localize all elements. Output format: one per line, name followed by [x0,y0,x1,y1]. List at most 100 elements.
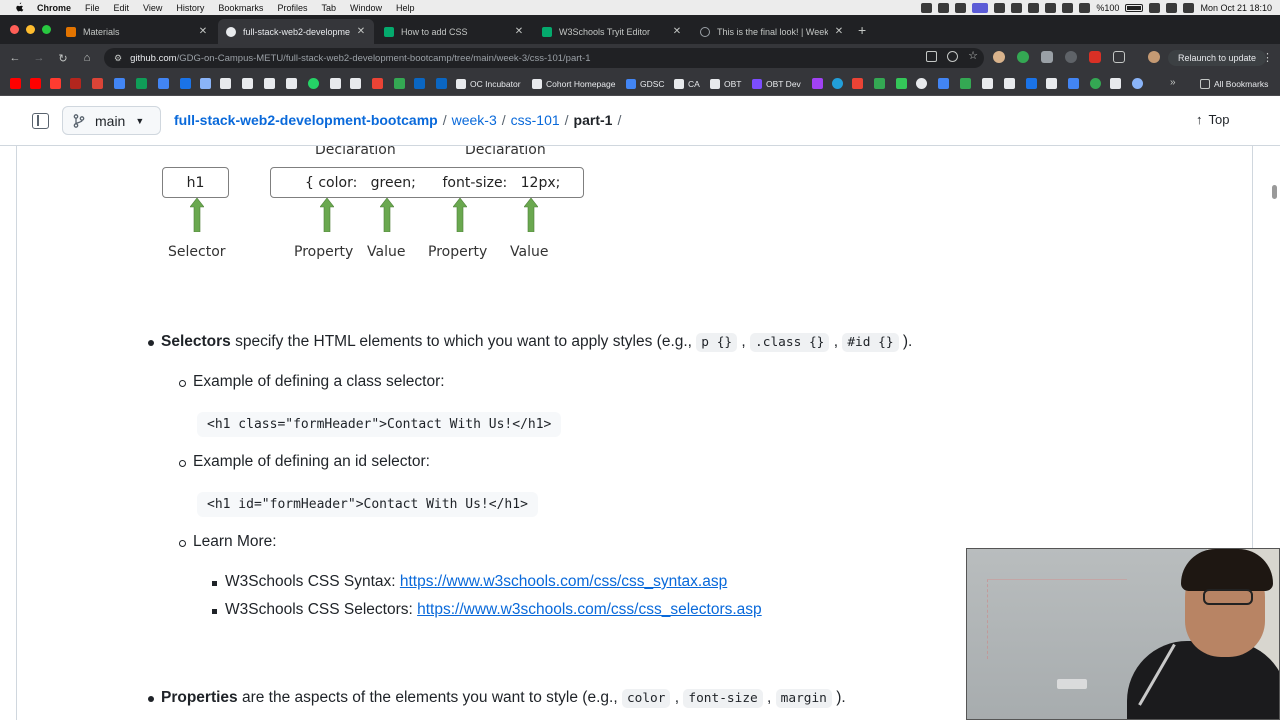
wifi-icon[interactable] [1149,2,1161,13]
bookmark-icon[interactable] [812,78,823,89]
bookmark-cohort-homepage[interactable]: Cohort Homepage [532,76,615,92]
minimize-window-button[interactable] [26,25,35,34]
gmail-bookmark-icon[interactable] [92,78,103,89]
bookmark-icon[interactable] [394,78,405,89]
relaunch-button[interactable]: Relaunch to update [1168,50,1267,66]
bookmark-obt-dev[interactable]: OBT Dev [752,76,801,92]
tray-icon[interactable] [955,2,967,13]
site-info-icon[interactable]: ⚙ [114,53,122,64]
more-bookmarks-chevron-icon[interactable]: » [1170,77,1176,88]
bookmark-icon[interactable] [220,78,231,89]
whatsapp-bookmark-icon[interactable] [308,78,319,89]
close-tab-icon[interactable]: ✕ [356,26,366,37]
clock[interactable]: Mon Oct 21 18:10 [1200,3,1272,13]
install-app-icon[interactable] [926,51,938,62]
bookmark-icon[interactable] [70,78,81,89]
menu-bookmarks[interactable]: Bookmarks [218,3,263,13]
bookmark-icon[interactable] [1026,78,1037,89]
youtube-bookmark-icon[interactable] [10,78,21,89]
forward-arrow-icon[interactable]: → [32,51,46,65]
extensions-puzzle-icon[interactable] [1113,51,1125,63]
extension-icon[interactable] [1065,51,1077,63]
tray-icon[interactable] [1028,2,1040,13]
bookmark-icon[interactable] [938,78,949,89]
menu-history[interactable]: History [176,3,204,13]
back-to-top-button[interactable]: ↑ Top [1196,112,1229,127]
tab-how-to-add-css[interactable]: How to add CSS ✕ [376,19,532,44]
close-tab-icon[interactable]: ✕ [834,26,844,37]
bookmark-icon[interactable] [350,78,361,89]
bookmark-icon[interactable] [852,78,863,89]
profile-avatar[interactable] [1148,51,1160,63]
camera-extension-icon[interactable] [1041,51,1053,63]
bookmark-icon[interactable] [158,78,169,89]
tray-icon[interactable] [921,2,933,13]
x-bookmark-icon[interactable] [982,78,993,89]
breadcrumb-folder-link[interactable]: css-101 [511,112,560,128]
bookmark-icon[interactable] [1004,78,1015,89]
breadcrumb-week-link[interactable]: week-3 [452,112,497,128]
sidebar-toggle-icon[interactable] [32,113,49,129]
menu-profiles[interactable]: Profiles [277,3,307,13]
tray-icon[interactable] [938,2,950,13]
more-menu-icon[interactable]: ⋮ [1262,51,1273,64]
close-window-button[interactable] [10,25,19,34]
id-example-code[interactable]: <h1 id="formHeader">Contact With Us!</h1… [197,492,538,517]
tab-materials[interactable]: Materials ✕ [58,19,216,44]
bookmark-oc-incubator[interactable]: OC Incubator [456,76,521,92]
bookmark-ca[interactable]: CA [674,76,700,92]
bookmark-icon[interactable] [50,78,61,89]
back-arrow-icon[interactable]: ← [8,51,22,65]
reload-icon[interactable]: ↻ [56,51,70,65]
tab-final-look[interactable]: This is the final look! | Week 3 ✕ [692,19,852,44]
tray-icon[interactable] [1045,2,1057,13]
linkedin-bookmark-icon[interactable] [414,78,425,89]
menu-help[interactable]: Help [396,3,415,13]
bookmark-icon[interactable] [264,78,275,89]
bookmark-gdsc[interactable]: GDSC [626,76,665,92]
menu-view[interactable]: View [143,3,162,13]
css-syntax-link[interactable]: https://www.w3schools.com/css/css_syntax… [400,573,727,590]
bookmark-icon[interactable] [114,78,125,89]
extension-icon[interactable] [993,51,1005,63]
tray-icon[interactable] [1011,2,1023,13]
bookmark-icon[interactable] [1090,78,1101,89]
bookmark-obt[interactable]: OBT [710,76,741,92]
all-bookmarks[interactable]: All Bookmarks [1200,76,1268,92]
bookmark-icon[interactable] [1046,78,1057,89]
bookmark-icon[interactable] [960,78,971,89]
breadcrumb-repo-link[interactable]: full-stack-web2-development-bootcamp [174,112,438,128]
menu-file[interactable]: File [85,3,100,13]
close-tab-icon[interactable]: ✕ [198,26,208,37]
css-selectors-link[interactable]: https://www.w3schools.com/css/css_select… [417,601,762,618]
branch-selector-button[interactable]: main ▼ [62,106,161,135]
menu-window[interactable]: Window [350,3,382,13]
github-bookmark-icon[interactable] [916,78,927,89]
class-example-code[interactable]: <h1 class="formHeader">Contact With Us!<… [197,412,562,437]
telegram-bookmark-icon[interactable] [832,78,843,89]
close-tab-icon[interactable]: ✕ [672,26,682,37]
tab-tryit-editor[interactable]: W3Schools Tryit Editor ✕ [534,19,690,44]
screen-record-icon[interactable] [972,2,989,13]
new-tab-icon[interactable]: + [858,23,866,37]
search-icon[interactable] [1166,2,1178,13]
apple-icon[interactable] [13,2,25,14]
bookmark-icon[interactable] [1068,78,1079,89]
control-center-icon[interactable] [1183,2,1195,13]
zoom-window-button[interactable] [42,25,51,34]
youtube-bookmark-icon[interactable] [30,78,41,89]
bookmark-icon[interactable] [1110,78,1121,89]
linkedin-bookmark-icon[interactable] [436,78,447,89]
tray-icon[interactable] [1062,2,1074,13]
menu-edit[interactable]: Edit [114,3,130,13]
bookmark-icon[interactable] [242,78,253,89]
close-tab-icon[interactable]: ✕ [514,26,524,37]
bookmark-icon[interactable] [286,78,297,89]
bookmark-icon[interactable] [200,78,211,89]
grammarly-icon[interactable] [1017,51,1029,63]
bookmark-icon[interactable] [896,78,907,89]
tab-github-repo[interactable]: full-stack-web2-developmen ✕ [218,19,374,44]
heart-extension-icon[interactable] [1089,51,1101,63]
bookmark-icon[interactable] [372,78,383,89]
tray-icon[interactable] [994,2,1006,13]
